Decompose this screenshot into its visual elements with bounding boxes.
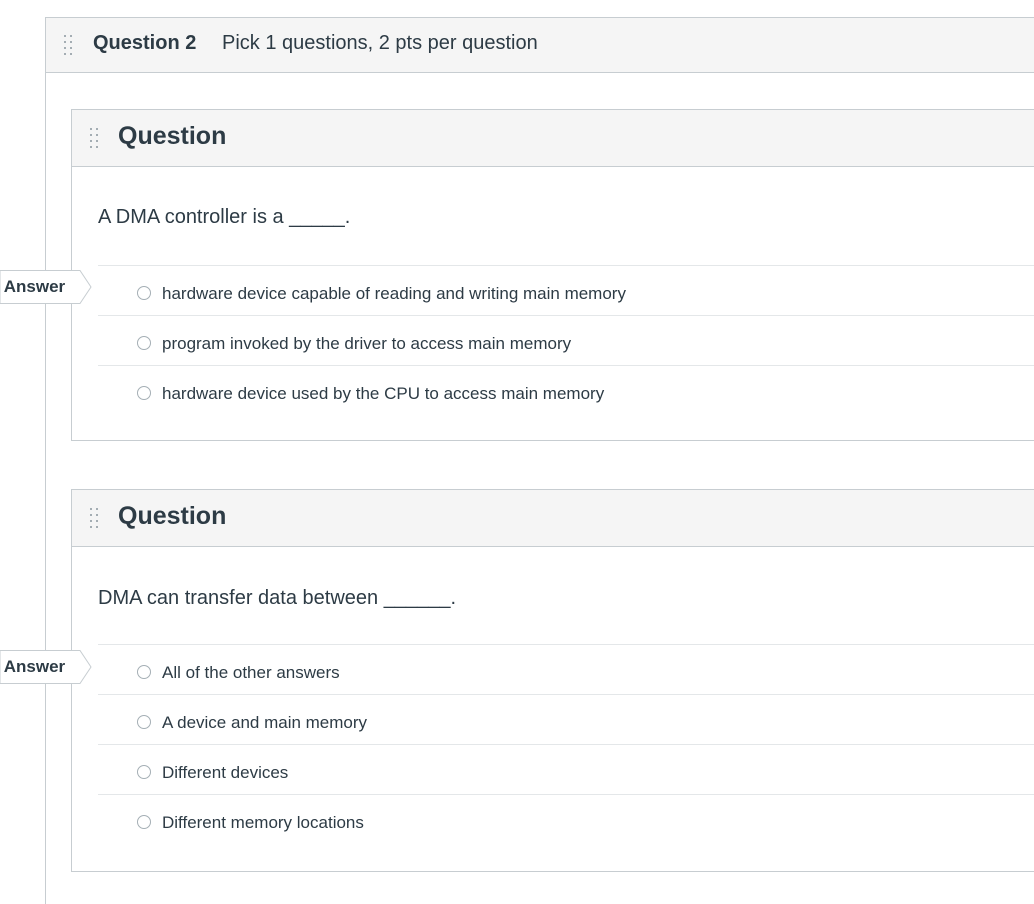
radio-button[interactable] — [137, 765, 151, 779]
question-header: Question — [72, 490, 1034, 547]
question-group-description: Pick 1 questions, 2 pts per question — [222, 32, 538, 54]
question-title: Question — [118, 502, 227, 530]
radio-button[interactable] — [137, 665, 151, 679]
drag-handle-icon[interactable] — [64, 35, 74, 57]
radio-button[interactable] — [137, 815, 151, 829]
answer-option[interactable]: All of the other answers — [98, 645, 1034, 695]
correct-answer-label: t Answer — [0, 657, 66, 676]
answer-option[interactable]: hardware device used by the CPU to acces… — [98, 366, 1034, 416]
answer-label: hardware device used by the CPU to acces… — [162, 384, 605, 403]
drag-handle-icon[interactable] — [90, 508, 100, 530]
question-card: Question A DMA controller is a _____. ha… — [71, 109, 1034, 441]
question-text: A DMA controller is a _____. — [98, 206, 351, 228]
answer-label: All of the other answers — [162, 663, 340, 682]
answer-list: All of the other answers A device and ma… — [98, 644, 1034, 845]
radio-button[interactable] — [137, 336, 151, 350]
question-title: Question — [118, 122, 227, 150]
quiz-editor-page: Question 2 Pick 1 questions, 2 pts per q… — [0, 0, 1034, 904]
question-group-header: Question 2 Pick 1 questions, 2 pts per q… — [46, 18, 1034, 73]
radio-button[interactable] — [137, 286, 151, 300]
answer-option[interactable]: Different devices — [98, 745, 1034, 795]
answer-option[interactable]: Different memory locations — [98, 795, 1034, 845]
correct-answer-flag: t Answer — [0, 650, 92, 684]
question-text: DMA can transfer data between ______. — [98, 587, 457, 609]
answer-label: Different memory locations — [162, 813, 364, 832]
correct-answer-flag: t Answer — [0, 270, 92, 304]
question-group-title: Question 2 — [93, 32, 197, 54]
drag-handle-icon[interactable] — [90, 128, 100, 150]
answer-option[interactable]: program invoked by the driver to access … — [98, 316, 1034, 366]
answer-list: hardware device capable of reading and w… — [98, 265, 1034, 416]
answer-label: hardware device capable of reading and w… — [162, 284, 626, 303]
answer-option[interactable]: A device and main memory — [98, 695, 1034, 745]
correct-answer-label: t Answer — [0, 277, 66, 296]
answer-label: program invoked by the driver to access … — [162, 334, 572, 353]
radio-button[interactable] — [137, 386, 151, 400]
radio-button[interactable] — [137, 715, 151, 729]
question-header: Question — [72, 110, 1034, 167]
answer-label: A device and main memory — [162, 713, 368, 732]
question-card: Question DMA can transfer data between _… — [71, 489, 1034, 872]
answer-label: Different devices — [162, 763, 289, 782]
answer-option[interactable]: hardware device capable of reading and w… — [98, 266, 1034, 316]
